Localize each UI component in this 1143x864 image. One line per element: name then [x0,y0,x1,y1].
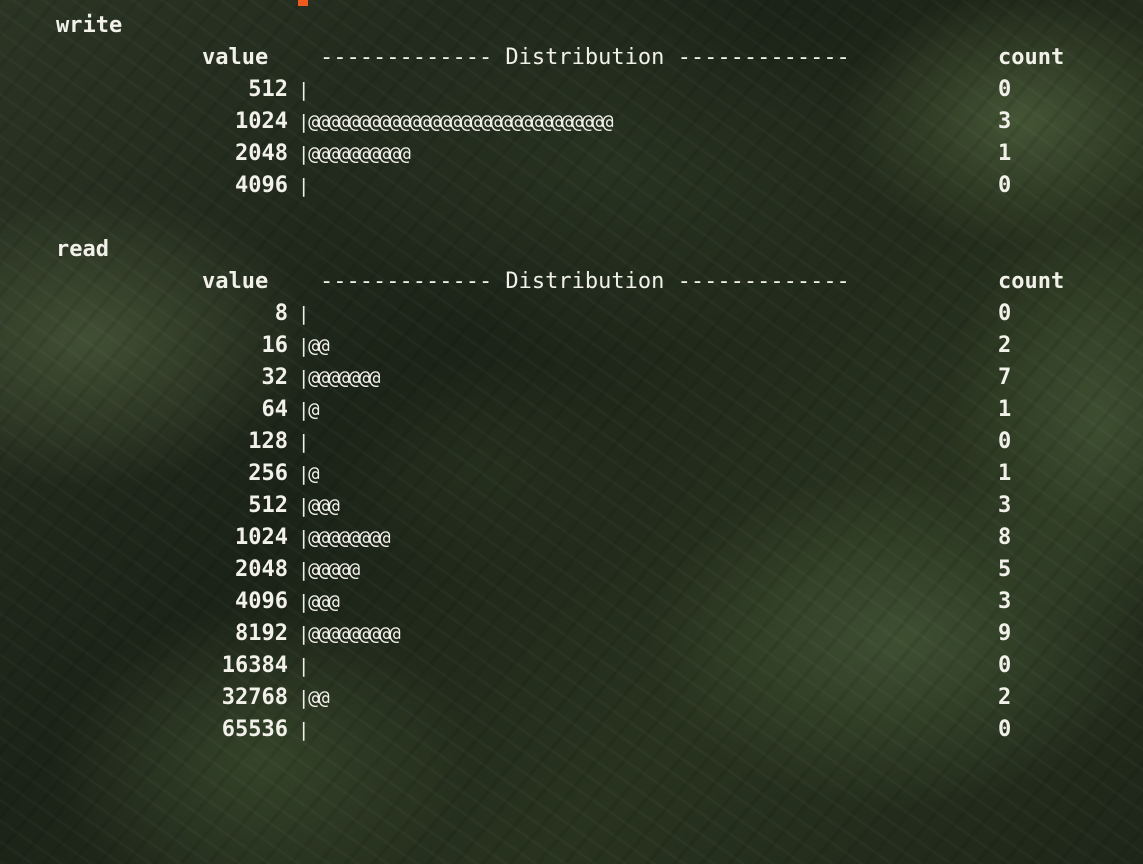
section-title-1: read [56,237,109,262]
distribution-bar: |@@@@@ [298,559,360,581]
bucket-count: 0 [998,301,1012,326]
histogram-row: 256 |@ 1 [0,458,1143,490]
distribution-bar: |@@@ [298,495,340,517]
histogram-row: 512 | 0 [0,74,1143,106]
bucket-count: 3 [998,589,1012,614]
bucket-value: 16384 [221,653,288,678]
header-value: value [202,45,269,70]
distribution-bar: | [298,79,309,101]
bucket-value: 1024 [235,525,288,550]
bucket-value: 2048 [235,141,288,166]
bucket-count: 5 [998,557,1012,582]
distribution-bar: |@ [298,463,320,485]
distribution-bar: |@@@@@@@@@ [298,623,401,645]
distribution-bar: |@@@@@@@ [298,367,380,389]
bucket-count: 3 [998,493,1012,518]
histogram-row: 8 | 0 [0,298,1143,330]
distribution-bar: | [298,655,309,677]
histogram-row: 1024 |@@@@@@@@ 8 [0,522,1143,554]
histogram-row: 64 |@ 1 [0,394,1143,426]
bucket-value: 512 [248,77,288,102]
histogram-row: 8192 |@@@@@@@@@ 9 [0,618,1143,650]
histogram-row: 16384 | 0 [0,650,1143,682]
distribution-bar: | [298,175,309,197]
bucket-count: 0 [998,77,1012,102]
distribution-bar: |@@@ [298,591,340,613]
distribution-bar: |@@@@@@@@@@@@@@@@@@@@@@@@@@@@@@ [298,111,614,133]
bucket-count: 7 [998,365,1012,390]
bucket-value: 128 [248,429,288,454]
bucket-count: 1 [998,141,1012,166]
bucket-value: 256 [248,461,288,486]
header-distribution: ------------- Distribution ------------- [320,269,850,294]
bucket-count: 1 [998,461,1012,486]
histogram-row: 32768 |@@ 2 [0,682,1143,714]
distribution-bar: |@@ [298,687,330,709]
distribution-bar: | [298,431,309,453]
bucket-count: 0 [998,173,1012,198]
histogram-row: 2048 |@@@@@@@@@@ 1 [0,138,1143,170]
distribution-bar: | [298,303,309,325]
histogram-row: 4096 | 0 [0,170,1143,202]
histogram-header: value ------------- Distribution --------… [0,266,1143,298]
bucket-value: 64 [261,397,289,422]
bucket-count: 3 [998,109,1012,134]
header-distribution: ------------- Distribution ------------- [320,45,850,70]
bucket-count: 0 [998,717,1012,742]
histogram-row: 32 |@@@@@@@ 7 [0,362,1143,394]
header-value: value [202,269,269,294]
bucket-value: 16 [261,333,289,358]
histogram-row: 16 |@@ 2 [0,330,1143,362]
bucket-value: 4096 [235,173,288,198]
bucket-value: 8 [274,301,288,326]
histogram-row: 65536 | 0 [0,714,1143,746]
bucket-value: 32 [261,365,289,390]
terminal-window[interactable]: write value ------------- Distribution ---… [0,0,1143,864]
bucket-count: 0 [998,653,1012,678]
bucket-value: 4096 [235,589,288,614]
bucket-count: 2 [998,685,1012,710]
header-count: count [998,269,1065,294]
bucket-value: 2048 [235,557,288,582]
bucket-count: 8 [998,525,1012,550]
section-title-0: write [56,13,123,38]
distribution-bar: | [298,719,309,741]
bucket-value: 32768 [221,685,288,710]
distribution-bar: |@@ [298,335,330,357]
histogram-row: 4096 |@@@ 3 [0,586,1143,618]
bucket-value: 8192 [235,621,288,646]
bucket-value: 1024 [235,109,288,134]
bucket-value: 512 [248,493,288,518]
histogram-row: 2048 |@@@@@ 5 [0,554,1143,586]
header-count: count [998,45,1065,70]
bucket-count: 9 [998,621,1012,646]
histogram-row: 1024 |@@@@@@@@@@@@@@@@@@@@@@@@@@@@@@ 3 [0,106,1143,138]
histogram-row: 512 |@@@ 3 [0,490,1143,522]
distribution-bar: |@@@@@@@@@@ [298,143,411,165]
bucket-value: 65536 [221,717,288,742]
bucket-count: 0 [998,429,1012,454]
histogram-row: 128 | 0 [0,426,1143,458]
distribution-bar: |@ [298,399,320,421]
distribution-bar: |@@@@@@@@ [298,527,391,549]
bucket-count: 1 [998,397,1012,422]
histogram-header: value ------------- Distribution --------… [0,42,1143,74]
bucket-count: 2 [998,333,1012,358]
cursor-mark [298,0,308,6]
